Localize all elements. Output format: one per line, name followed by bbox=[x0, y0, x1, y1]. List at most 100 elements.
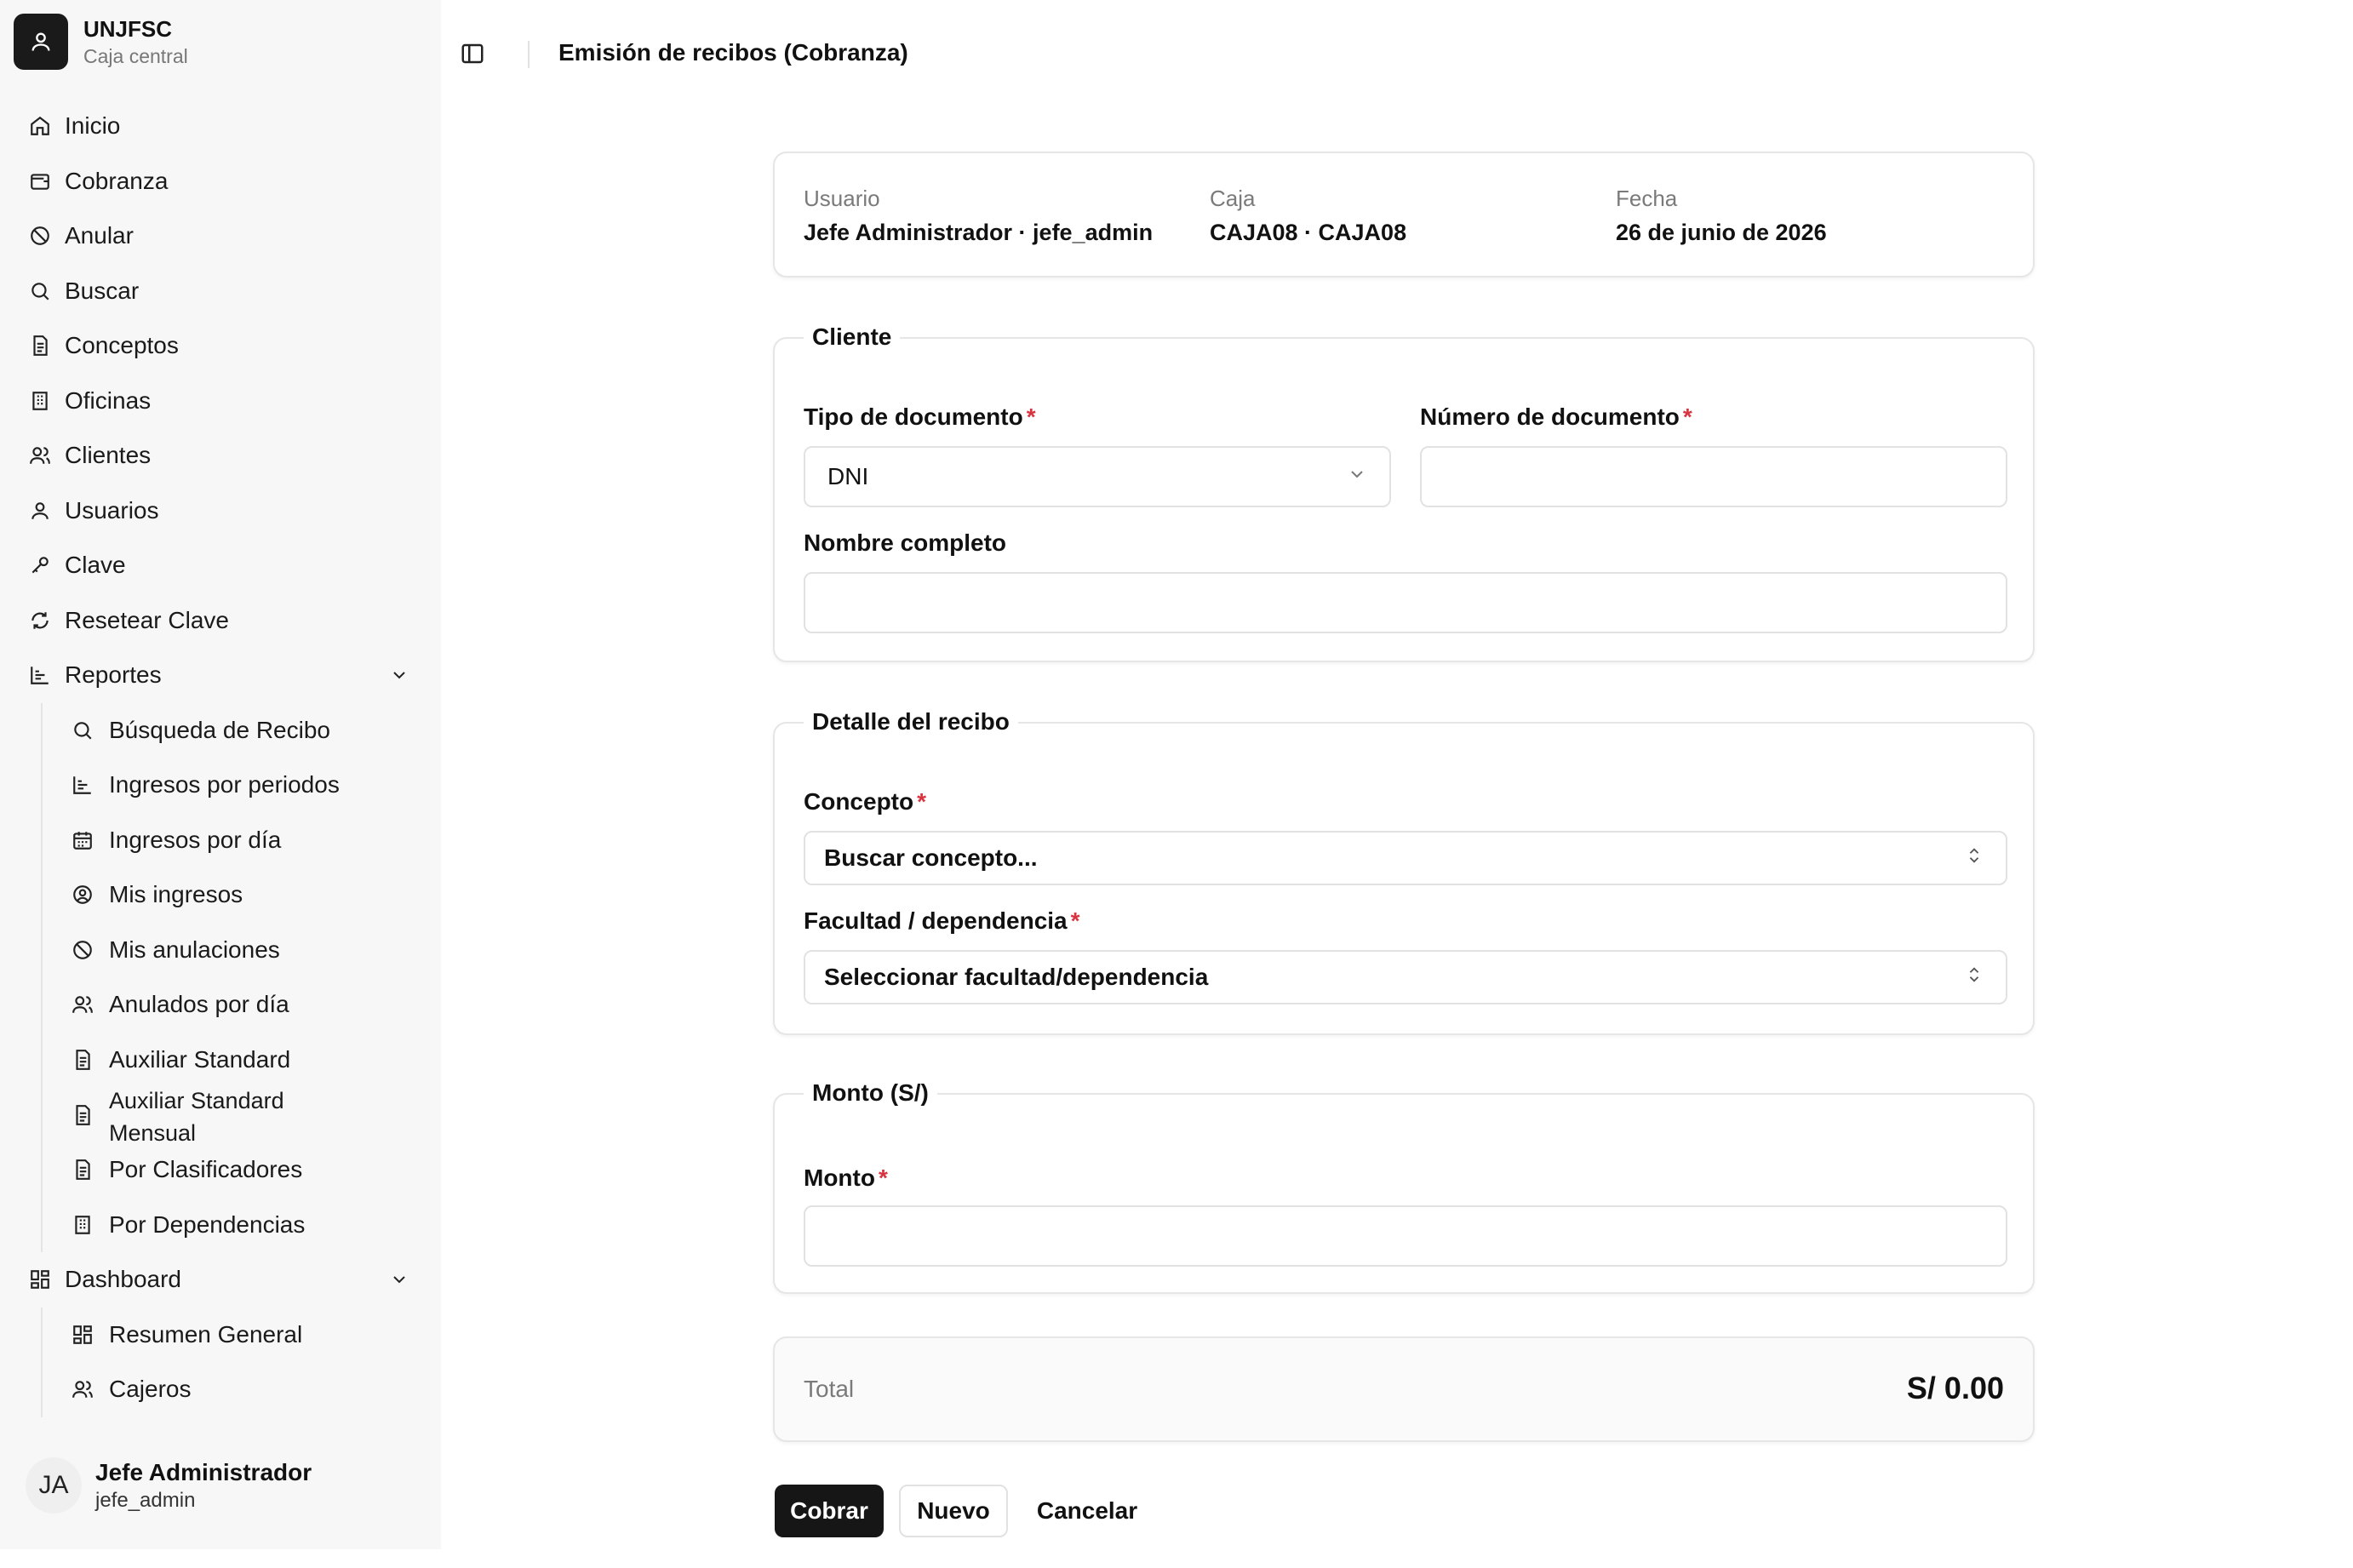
ban-icon bbox=[29, 225, 51, 247]
session-info-card: Usuario Jefe Administrador · jefe_admin … bbox=[773, 152, 2035, 278]
sidebar-item-inicio[interactable]: Inicio bbox=[0, 99, 441, 154]
cliente-section: Cliente Tipo de documento * DNI Número de… bbox=[773, 320, 2035, 662]
sidebar-group-dashboard[interactable]: Dashboard bbox=[0, 1252, 441, 1308]
sidebar-item-cobranza[interactable]: Cobranza bbox=[0, 154, 441, 209]
detalle-section: Detalle del recibo Concepto * Buscar conc… bbox=[773, 705, 2035, 1035]
sidebar-item-label: Búsqueda de Recibo bbox=[109, 716, 330, 743]
total-card: Total S/ 0.00 bbox=[773, 1336, 2035, 1442]
sidebar-item-por-dependencias[interactable]: Por Dependencias bbox=[43, 1198, 441, 1253]
info-usuario: Usuario Jefe Administrador · jefe_admin bbox=[804, 184, 1153, 249]
section-legend: Monto (S/) bbox=[804, 1076, 937, 1110]
sidebar-item-auxiliar-standard-mensual[interactable]: Auxiliar Standard Mensual bbox=[43, 1087, 441, 1142]
ban-icon bbox=[72, 939, 94, 961]
sidebar-item-oficinas[interactable]: Oficinas bbox=[0, 374, 441, 429]
monto-input[interactable] bbox=[804, 1205, 2007, 1267]
sidebar-group-reportes[interactable]: Reportes bbox=[0, 648, 441, 703]
key-icon bbox=[29, 554, 51, 576]
required-mark: * bbox=[1026, 403, 1036, 430]
search-icon bbox=[29, 280, 51, 302]
sidebar-item-resumen-general[interactable]: Resumen General bbox=[43, 1308, 441, 1363]
sidebar-item-mis-ingresos[interactable]: Mis ingresos bbox=[43, 867, 441, 923]
nuevo-button[interactable]: Nuevo bbox=[899, 1485, 1008, 1537]
sidebar-item-usuarios[interactable]: Usuarios bbox=[0, 484, 441, 539]
info-value: CAJA08 · CAJA08 bbox=[1210, 220, 1407, 245]
sidebar-item-resetear-clave[interactable]: Resetear Clave bbox=[0, 593, 441, 649]
building-icon bbox=[72, 1214, 94, 1236]
sidebar-item-label: Anular bbox=[65, 222, 134, 249]
user-icon bbox=[29, 500, 51, 522]
sidebar-item-mis-anulaciones[interactable]: Mis anulaciones bbox=[43, 923, 441, 978]
home-icon bbox=[29, 115, 51, 137]
sidebar-item-label: Por Dependencias bbox=[109, 1210, 306, 1238]
sidebar-item-conceptos[interactable]: Conceptos bbox=[0, 318, 441, 374]
sidebar: UNJFSC Caja central Inicio Cobranza Anul… bbox=[0, 0, 441, 1549]
chevron-down-icon[interactable] bbox=[388, 664, 410, 686]
cobrar-button[interactable]: Cobrar bbox=[775, 1485, 884, 1537]
sidebar-item-auxiliar-standard[interactable]: Auxiliar Standard bbox=[43, 1033, 441, 1088]
sidebar-item-label: Clave bbox=[65, 552, 126, 579]
sidebar-item-buscar[interactable]: Buscar bbox=[0, 264, 441, 319]
nombre-completo-label: Nombre completo bbox=[804, 529, 1007, 556]
chevrons-up-down-icon bbox=[1965, 844, 1984, 873]
users-icon bbox=[29, 444, 51, 466]
sidebar-item-clientes[interactable]: Clientes bbox=[0, 428, 441, 484]
numero-documento-input[interactable] bbox=[1420, 446, 2007, 507]
facultad-combobox[interactable]: Seleccionar facultad/dependencia bbox=[804, 950, 2007, 1004]
section-legend: Cliente bbox=[804, 320, 901, 354]
tipo-documento-select[interactable]: DNI bbox=[804, 446, 1391, 507]
refresh-icon bbox=[29, 609, 51, 632]
info-value: Jefe Administrador · jefe_admin bbox=[804, 220, 1154, 245]
page-title: Emisión de recibos (Cobranza) bbox=[558, 39, 908, 66]
total-label: Total bbox=[804, 1376, 855, 1402]
field-label: Concepto * bbox=[804, 787, 926, 817]
chevrons-up-down-icon bbox=[1965, 964, 1984, 992]
sidebar-item-clave[interactable]: Clave bbox=[0, 538, 441, 593]
concepto-combobox[interactable]: Buscar concepto... bbox=[804, 831, 2007, 885]
sidebar-item-label: Oficinas bbox=[65, 386, 152, 414]
info-label: Fecha bbox=[1616, 186, 1678, 211]
required-mark: * bbox=[1070, 907, 1080, 934]
sidebar-group-label: Dashboard bbox=[65, 1266, 181, 1293]
cancelar-button[interactable]: Cancelar bbox=[1025, 1485, 1149, 1537]
user-menu[interactable]: JA Jefe Administrador jefe_admin bbox=[26, 1457, 312, 1514]
sidebar-nav: Inicio Cobranza Anular Buscar Conceptos … bbox=[0, 99, 441, 1417]
sidebar-group-label: Reportes bbox=[65, 661, 162, 689]
sidebar-item-por-clasificadores[interactable]: Por Clasificadores bbox=[43, 1142, 441, 1198]
field-label: Tipo de documento * bbox=[804, 402, 1036, 432]
sidebar-toggle-icon[interactable] bbox=[460, 41, 485, 66]
sidebar-item-label: Clientes bbox=[65, 442, 152, 469]
select-value: DNI bbox=[827, 463, 869, 489]
info-fecha: Fecha 26 de junio de 2026 bbox=[1616, 184, 1827, 249]
info-value: 26 de junio de 2026 bbox=[1616, 220, 1827, 245]
sidebar-item-anulados-dia[interactable]: Anulados por día bbox=[43, 977, 441, 1033]
sidebar-item-ingresos-periodos[interactable]: Ingresos por periodos bbox=[43, 758, 441, 813]
wallet-icon bbox=[29, 170, 51, 192]
sidebar-item-ingresos-dia[interactable]: Ingresos por día bbox=[43, 813, 441, 868]
tipo-documento-label: Tipo de documento bbox=[804, 403, 1023, 430]
sidebar-item-busqueda-recibo[interactable]: Búsqueda de Recibo bbox=[43, 703, 441, 758]
brand[interactable]: UNJFSC Caja central bbox=[14, 14, 188, 70]
dashboard-icon bbox=[72, 1324, 94, 1346]
brand-subtitle: Caja central bbox=[83, 45, 188, 67]
sidebar-item-label: Auxiliar Standard Mensual bbox=[109, 1087, 284, 1143]
sidebar-item-label: Inicio bbox=[65, 112, 121, 140]
nombre-completo-input[interactable] bbox=[804, 572, 2007, 633]
user-circle-icon bbox=[72, 884, 94, 906]
sidebar-item-cajeros[interactable]: Cajeros bbox=[43, 1362, 441, 1417]
required-mark: * bbox=[917, 788, 927, 815]
dashboard-subnav: Resumen General Cajeros bbox=[41, 1307, 441, 1417]
calendar-icon bbox=[72, 829, 94, 851]
field-label: Número de documento * bbox=[1420, 402, 1692, 432]
chevron-down-icon bbox=[1347, 463, 1367, 490]
sidebar-item-label: Por Clasificadores bbox=[109, 1156, 303, 1183]
sidebar-item-label: Cajeros bbox=[109, 1376, 192, 1403]
user-icon bbox=[14, 14, 68, 70]
sidebar-item-anular[interactable]: Anular bbox=[0, 209, 441, 264]
sidebar-item-label: Resumen General bbox=[109, 1320, 303, 1348]
info-label: Usuario bbox=[804, 186, 880, 211]
file-text-icon bbox=[72, 1049, 94, 1071]
sidebar-item-label: Resetear Clave bbox=[65, 606, 229, 633]
file-text-icon bbox=[29, 335, 51, 357]
chevron-down-icon[interactable] bbox=[388, 1268, 410, 1290]
monto-label: Monto bbox=[804, 1165, 875, 1191]
